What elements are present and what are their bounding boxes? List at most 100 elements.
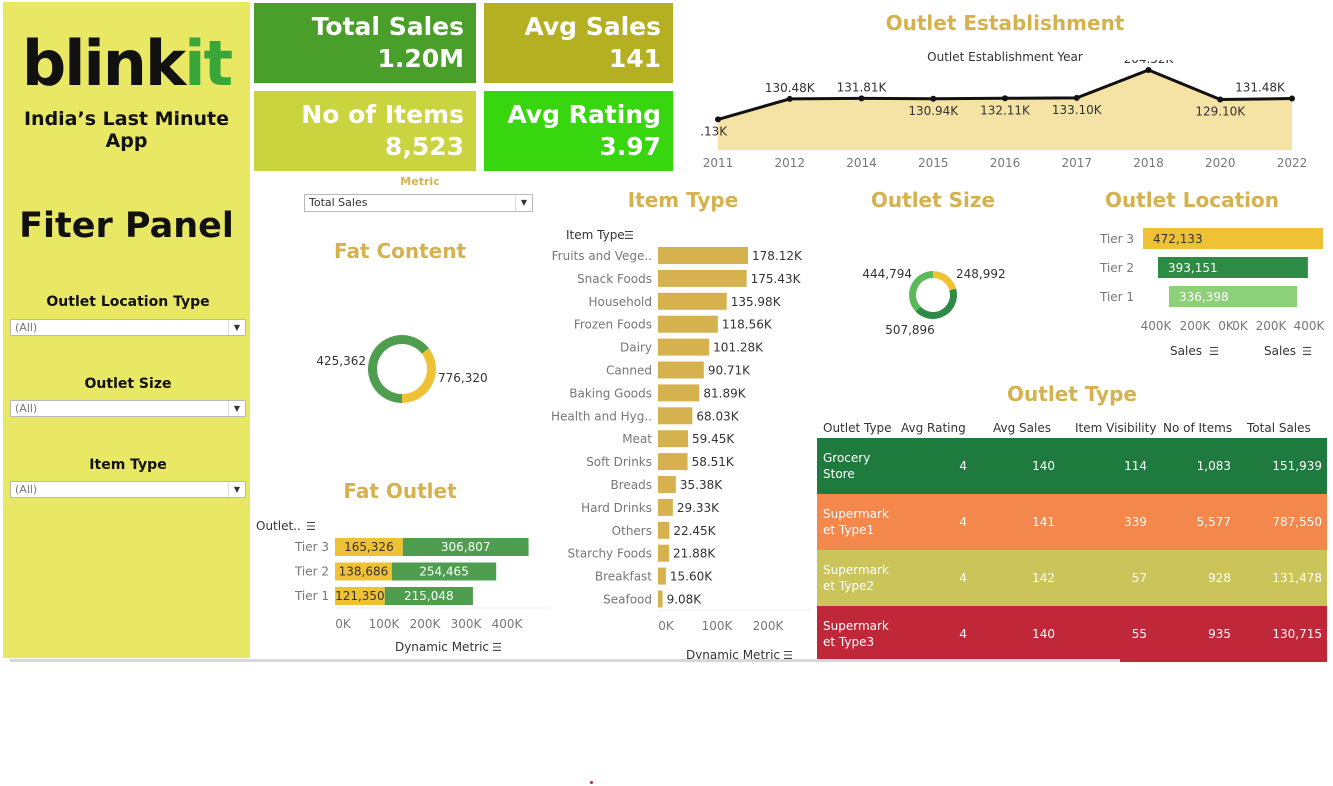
x-axis-title: Dynamic Metric (395, 640, 489, 654)
outlet-location-type-select[interactable]: (All) ▼ (10, 319, 246, 336)
data-point (1289, 95, 1295, 102)
cursor-dot (590, 781, 593, 784)
table-cell: 140 (1032, 627, 1055, 641)
kpi-avg-sales: Avg Sales 141 (484, 3, 673, 83)
category-label: Tier 1 (294, 589, 329, 603)
category-label: Frozen Foods (574, 318, 652, 332)
select-value: Total Sales (309, 196, 368, 209)
x-tick-label: 200K (1180, 319, 1212, 333)
outlet-size-donut: 248,992 507,896 444,794 (862, 267, 1006, 337)
bar-label: 254,465 (419, 565, 469, 579)
x-tick-label: 400K (1294, 319, 1326, 333)
bar-label: 306,807 (441, 540, 491, 554)
data-point (786, 95, 793, 102)
category-label: Seafood (603, 593, 652, 607)
kpi-total-sales: Total Sales 1.20M (254, 3, 476, 83)
dropdown-arrow-icon[interactable]: ▼ (515, 195, 532, 211)
dropdown-arrow-icon[interactable]: ▼ (228, 482, 245, 497)
outlet-type-name: et Type2 (823, 579, 875, 593)
select-value: (All) (15, 402, 38, 415)
x-tick-label: 200K (1256, 319, 1288, 333)
bar (658, 361, 704, 379)
data-point (1073, 94, 1080, 101)
kpi-label: Avg Rating (507, 100, 661, 129)
bar-label: 135.98K (731, 295, 782, 309)
sort-icon: ☰ (1302, 345, 1312, 358)
metric-label: Metric (400, 175, 440, 188)
sort-icon: ☰ (492, 641, 502, 654)
filter-label-item-type: Item Type (89, 457, 167, 473)
data-label: 133.10K (1052, 103, 1103, 117)
outlet-establishment-chart: 78.13K 2011 130.48K 2012 131.81K 2014 130.94K 2… (700, 60, 1307, 170)
outlet-type-name: et Type3 (823, 635, 875, 649)
category-label: Tier 3 (1099, 232, 1134, 246)
slice-label: 507,896 (885, 323, 935, 337)
bar-label: 90.71K (708, 364, 751, 378)
category-label: Starchy Foods (568, 547, 653, 561)
category-label: Tier 2 (1099, 261, 1134, 275)
category-label: Canned (606, 364, 652, 378)
category-label: Meat (622, 432, 652, 446)
slice-label: 248,992 (956, 267, 1006, 281)
y-axis-title: Item Type (566, 228, 625, 242)
bar-label: 22.45K (673, 524, 716, 538)
outlet-size-select[interactable]: (All) ▼ (10, 400, 246, 417)
x-tick-label: 2012 (774, 156, 805, 170)
table-cell: 57 (1131, 571, 1147, 585)
column-header: Avg Rating (901, 421, 966, 435)
item-type-select[interactable]: (All) ▼ (10, 481, 246, 498)
outlet-establishment-title: Outlet Establishment (885, 11, 1125, 35)
bar-label: 29.33K (677, 501, 720, 515)
kpi-value: 141 (608, 44, 661, 73)
blinkit-logo: blinkit (3, 28, 250, 100)
fat-outlet-title: Fat Outlet (343, 479, 457, 503)
data-label: 129.10K (1195, 104, 1246, 118)
x-tick-label: 100K (702, 619, 734, 633)
column-header: Total Sales (1247, 421, 1311, 435)
data-label: 204.52K (1124, 60, 1175, 66)
metric-select[interactable]: Total Sales ▼ (304, 194, 533, 212)
slice-label: 425,362 (316, 354, 366, 368)
category-label: Tier 1 (1099, 290, 1134, 304)
x-tick-label: 200K (753, 619, 785, 633)
table-cell: 4 (959, 571, 967, 585)
donut-slice (915, 288, 957, 319)
scrollbar-track[interactable] (10, 659, 1120, 662)
table-cell: 1,083 (1196, 459, 1231, 473)
x-tick-label: 2015 (918, 156, 949, 170)
dropdown-arrow-icon[interactable]: ▼ (228, 320, 245, 335)
sort-icon: ☰ (306, 520, 316, 533)
outlet-location-chart: Tier 3 472,133 Tier 2 393,151 Tier 1 336,398 4… (1099, 228, 1326, 358)
kpi-no-of-items: No of Items 8,523 (254, 91, 476, 171)
kpi-label: Total Sales (311, 12, 464, 41)
x-tick-label: 2018 (1133, 156, 1164, 170)
x-tick-label: 400K (492, 617, 524, 631)
x-tick-label: 2017 (1061, 156, 1092, 170)
data-label: 131.48K (1235, 81, 1286, 95)
donut-slice (402, 348, 436, 403)
bar (658, 407, 693, 425)
table-cell: 5,577 (1196, 515, 1231, 529)
bar-label: 58.51K (692, 455, 735, 469)
bar-label: 118.56K (722, 318, 773, 332)
table-cell: 142 (1032, 571, 1055, 585)
bar (658, 476, 676, 493)
data-label: 130.94K (908, 104, 959, 118)
sort-icon: ☰ (1209, 345, 1219, 358)
outlet-type-name: et Type1 (823, 523, 875, 537)
bar (658, 269, 747, 287)
item-type-title: Item Type (627, 188, 739, 212)
table-cell: 339 (1124, 515, 1147, 529)
bar (658, 338, 710, 356)
table-cell: 4 (959, 627, 967, 641)
bar (658, 453, 688, 471)
data-point (1217, 96, 1224, 103)
column-header: Avg Sales (993, 421, 1051, 435)
dropdown-arrow-icon[interactable]: ▼ (228, 401, 245, 416)
bar-label: 138,686 (339, 565, 389, 579)
table-cell: 131,478 (1272, 571, 1322, 585)
outlet-type-name: Grocery (823, 451, 871, 465)
y-axis-title: Outlet.. (256, 519, 301, 533)
data-point (858, 95, 865, 102)
category-label: Household (588, 295, 652, 309)
